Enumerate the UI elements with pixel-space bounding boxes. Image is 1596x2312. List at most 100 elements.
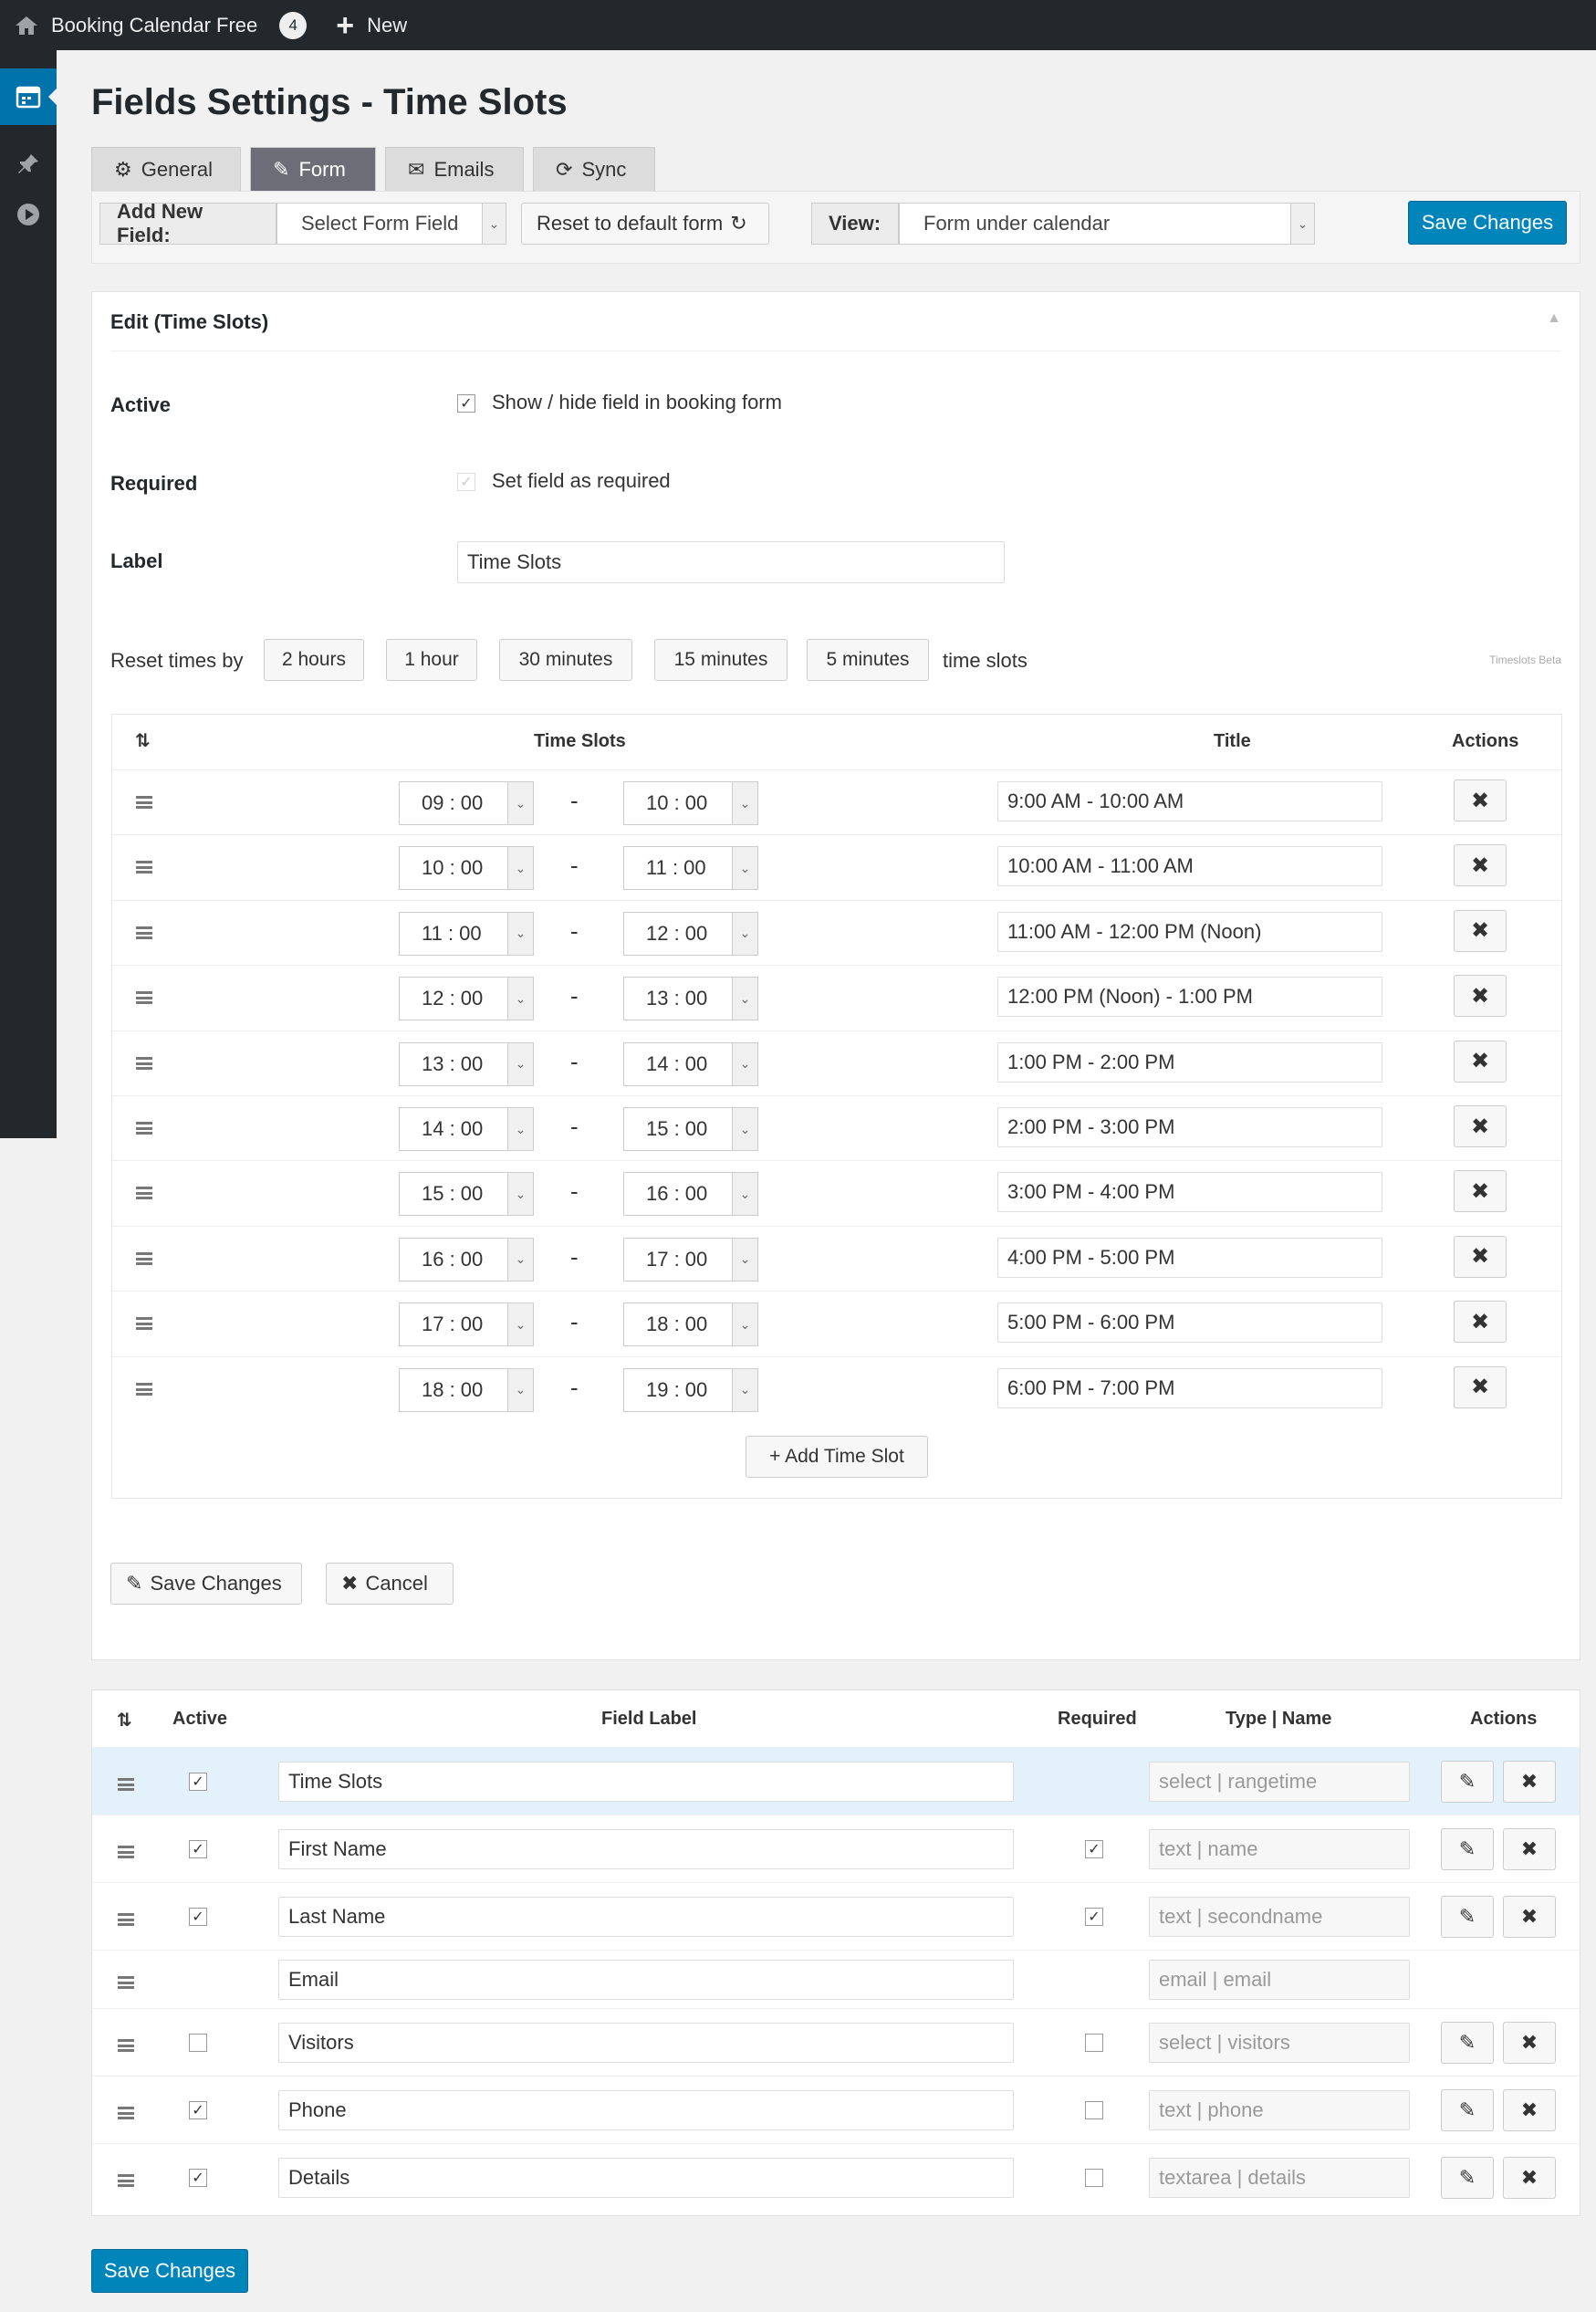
home-icon[interactable] xyxy=(15,16,38,36)
drag-handle-icon[interactable] xyxy=(136,1122,152,1135)
field-required-checkbox[interactable] xyxy=(1085,2034,1103,2052)
field-active-checkbox[interactable]: ✓ xyxy=(189,2169,207,2187)
new-link[interactable]: New xyxy=(367,14,407,37)
end-time-select[interactable]: 18 : 00 ⌄ xyxy=(623,1302,758,1347)
field-required-checkbox[interactable] xyxy=(1085,2169,1103,2187)
remove-slot-button[interactable]: ✖ xyxy=(1454,1365,1507,1408)
field-required-checkbox[interactable]: ✓ xyxy=(1085,1840,1103,1858)
start-time-select[interactable]: 09 : 00 ⌄ xyxy=(399,781,534,825)
remove-slot-button[interactable]: ✖ xyxy=(1454,1105,1507,1147)
remove-slot-button[interactable]: ✖ xyxy=(1454,975,1507,1018)
drag-handle-icon[interactable] xyxy=(136,796,152,809)
reset-5-minutes-button[interactable]: 5 minutes xyxy=(807,639,929,681)
select-form-field-dropdown[interactable]: Select Form Field ⌄ xyxy=(276,203,506,245)
drag-handle-icon[interactable] xyxy=(136,1187,152,1200)
end-time-select[interactable]: 17 : 00 ⌄ xyxy=(623,1237,758,1282)
end-time-select[interactable]: 10 : 00 ⌄ xyxy=(623,781,758,825)
drag-handle-icon[interactable] xyxy=(118,2174,134,2187)
edit-field-button[interactable]: ✎ xyxy=(1441,2022,1494,2064)
drag-handle-icon[interactable] xyxy=(118,2107,134,2119)
tab-emails[interactable]: ✉ Emails xyxy=(385,147,524,191)
field-required-checkbox[interactable] xyxy=(1085,2101,1103,2119)
drag-handle-icon[interactable] xyxy=(136,1251,152,1265)
start-time-select[interactable]: 18 : 00 ⌄ xyxy=(399,1367,534,1412)
field-label-input[interactable]: Visitors xyxy=(278,2023,1014,2063)
drag-handle-icon[interactable] xyxy=(136,1382,152,1396)
drag-handle-icon[interactable] xyxy=(118,1778,134,1791)
start-time-select[interactable]: 14 : 00 ⌄ xyxy=(399,1107,534,1151)
end-time-select[interactable]: 16 : 00 ⌄ xyxy=(623,1172,758,1217)
slot-title-input[interactable]: 1:00 PM - 2:00 PM xyxy=(997,1041,1382,1083)
slot-title-input[interactable]: 2:00 PM - 3:00 PM xyxy=(997,1107,1382,1147)
drag-handle-icon[interactable] xyxy=(136,991,152,1005)
edit-field-button[interactable]: ✎ xyxy=(1441,1761,1494,1803)
pin-icon[interactable] xyxy=(15,151,42,178)
start-time-select[interactable]: 11 : 00 ⌄ xyxy=(399,911,534,956)
updates-badge[interactable]: 4 xyxy=(279,11,308,39)
tab-general[interactable]: ⚙ General xyxy=(91,147,241,191)
drag-handle-icon[interactable] xyxy=(136,926,152,939)
slot-title-input[interactable]: 5:00 PM - 6:00 PM xyxy=(997,1302,1382,1344)
drag-handle-icon[interactable] xyxy=(118,1913,134,1926)
field-active-checkbox[interactable]: ✓ xyxy=(189,1773,207,1791)
drag-handle-icon[interactable] xyxy=(136,861,152,874)
save-changes-bottom-button[interactable]: Save Changes xyxy=(91,2249,248,2293)
delete-field-button[interactable]: ✖ xyxy=(1503,2089,1556,2131)
end-time-select[interactable]: 13 : 00 ⌄ xyxy=(623,977,758,1021)
save-changes-panel-button[interactable]: ✎ Save Changes xyxy=(110,1563,302,1605)
slot-title-input[interactable]: 4:00 PM - 5:00 PM xyxy=(997,1237,1382,1278)
start-time-select[interactable]: 15 : 00 ⌄ xyxy=(399,1172,534,1217)
field-required-checkbox[interactable]: ✓ xyxy=(1085,1908,1103,1926)
end-time-select[interactable]: 12 : 00 ⌄ xyxy=(623,911,758,956)
edit-field-button[interactable]: ✎ xyxy=(1441,2157,1494,2199)
drag-handle-icon[interactable] xyxy=(136,1056,152,1070)
delete-field-button[interactable]: ✖ xyxy=(1503,1761,1556,1803)
active-checkbox[interactable]: ✓ xyxy=(457,394,475,413)
drag-handle-icon[interactable] xyxy=(136,1317,152,1331)
reset-15-minutes-button[interactable]: 15 minutes xyxy=(654,639,788,681)
start-time-select[interactable]: 17 : 00 ⌄ xyxy=(399,1302,534,1347)
edit-field-button[interactable]: ✎ xyxy=(1441,1828,1494,1870)
delete-field-button[interactable]: ✖ xyxy=(1503,1896,1556,1938)
add-time-slot-button[interactable]: + Add Time Slot xyxy=(746,1436,928,1478)
start-time-select[interactable]: 12 : 00 ⌄ xyxy=(399,977,534,1021)
site-title-link[interactable]: Booking Calendar Free xyxy=(51,14,257,37)
slot-title-input[interactable]: 12:00 PM (Noon) - 1:00 PM xyxy=(997,977,1382,1018)
start-time-select[interactable]: 10 : 00 ⌄ xyxy=(399,846,534,891)
edit-field-button[interactable]: ✎ xyxy=(1441,2089,1494,2131)
remove-slot-button[interactable]: ✖ xyxy=(1454,909,1507,952)
field-label-input[interactable]: Last Name xyxy=(278,1897,1014,1937)
field-active-checkbox[interactable] xyxy=(189,2034,207,2052)
slot-title-input[interactable]: 9:00 AM - 10:00 AM xyxy=(997,781,1382,821)
slot-title-input[interactable]: 6:00 PM - 7:00 PM xyxy=(997,1367,1382,1408)
field-label-input[interactable]: Email xyxy=(278,1960,1014,2000)
label-input[interactable]: Time Slots xyxy=(457,541,1005,583)
drag-handle-icon[interactable] xyxy=(118,2039,134,2052)
field-active-checkbox[interactable]: ✓ xyxy=(189,2101,207,2119)
end-time-select[interactable]: 14 : 00 ⌄ xyxy=(623,1041,758,1086)
field-active-checkbox[interactable]: ✓ xyxy=(189,1840,207,1858)
tab-form[interactable]: ✎ Form xyxy=(250,147,376,191)
delete-field-button[interactable]: ✖ xyxy=(1503,2157,1556,2199)
remove-slot-button[interactable]: ✖ xyxy=(1454,1040,1507,1083)
field-label-input[interactable]: Time Slots xyxy=(278,1762,1014,1802)
remove-slot-button[interactable]: ✖ xyxy=(1454,844,1507,887)
field-label-input[interactable]: First Name xyxy=(278,1829,1014,1869)
edit-field-button[interactable]: ✎ xyxy=(1441,1896,1494,1938)
tab-sync[interactable]: ⟳ Sync xyxy=(533,147,655,191)
end-time-select[interactable]: 11 : 00 ⌄ xyxy=(623,846,758,891)
calendar-menu-icon[interactable] xyxy=(0,68,57,125)
play-icon[interactable] xyxy=(15,201,42,228)
reset-default-form-button[interactable]: Reset to default form ↻ xyxy=(521,203,769,245)
end-time-select[interactable]: 19 : 00 ⌄ xyxy=(623,1367,758,1412)
view-dropdown[interactable]: Form under calendar ⌄ xyxy=(899,203,1315,245)
end-time-select[interactable]: 15 : 00 ⌄ xyxy=(623,1107,758,1151)
delete-field-button[interactable]: ✖ xyxy=(1503,2022,1556,2064)
collapse-icon[interactable]: ▲ xyxy=(1547,310,1561,327)
drag-handle-icon[interactable] xyxy=(118,1976,134,1989)
reset-30-minutes-button[interactable]: 30 minutes xyxy=(499,639,632,681)
field-active-checkbox[interactable]: ✓ xyxy=(189,1908,207,1926)
remove-slot-button[interactable]: ✖ xyxy=(1454,1170,1507,1213)
save-changes-button[interactable]: Save Changes xyxy=(1408,201,1567,245)
field-label-input[interactable]: Phone xyxy=(278,2090,1014,2130)
